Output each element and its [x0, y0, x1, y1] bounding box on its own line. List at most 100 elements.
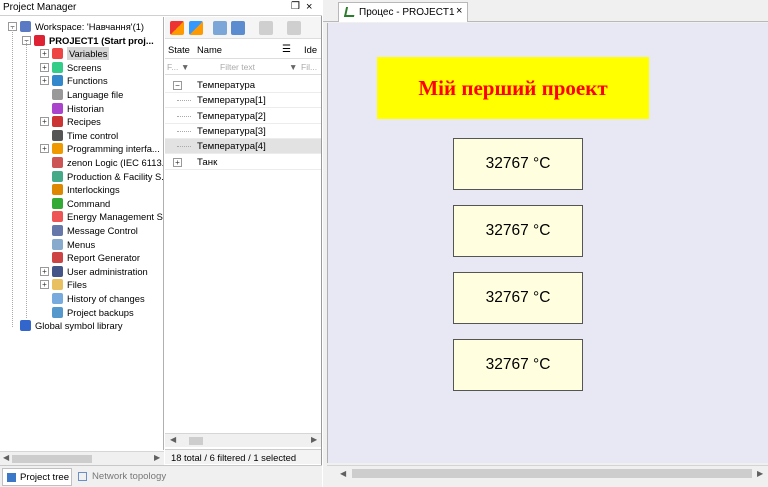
scroll-left-icon[interactable]: ◀	[170, 435, 176, 444]
tree-item[interactable]: Menus	[0, 238, 163, 251]
pin-icon[interactable]: ❒	[291, 1, 300, 12]
close-icon[interactable]: ×	[306, 1, 312, 13]
variable-row[interactable]: Температура[3]	[165, 124, 321, 139]
tree-item[interactable]: Time control	[0, 129, 163, 142]
properties-icon[interactable]	[231, 21, 245, 35]
bottom-tab-bar: Project tree Network topology	[0, 465, 322, 487]
expand-icon[interactable]: +	[40, 49, 49, 59]
tree-item[interactable]: − Workspace: 'Навчання'(1)	[0, 20, 163, 33]
column-name[interactable]: Name	[197, 44, 222, 55]
tree-item[interactable]: Language file	[0, 88, 163, 101]
tab-network-topology[interactable]: Network topology	[76, 468, 176, 486]
workspace-icon	[20, 21, 31, 32]
tree-item-label: History of changes	[67, 293, 145, 304]
production-icon	[52, 170, 63, 182]
tree-item[interactable]: Command	[0, 197, 163, 210]
tree-item-label: Time control	[67, 129, 119, 141]
collapse-icon[interactable]: −	[173, 81, 182, 90]
tree-item[interactable]: + Screens	[0, 61, 163, 74]
tree-item[interactable]: Production & Facility S...	[0, 170, 164, 183]
tree-item-label: Files	[67, 279, 87, 291]
scroll-right-icon[interactable]: ▶	[311, 435, 317, 444]
variable-row[interactable]: Температура[2]	[165, 109, 321, 124]
tree-item[interactable]: zenon Logic (IEC 6113...	[0, 156, 163, 169]
network-icon	[78, 472, 87, 481]
tree-item[interactable]: Energy Management S...	[0, 210, 163, 223]
temperature-display-3[interactable]: 32767 °C	[453, 272, 583, 324]
filter-icon[interactable]	[259, 21, 273, 35]
tree-item[interactable]: History of changes	[0, 292, 163, 305]
tree-item[interactable]: + Variables	[0, 47, 163, 61]
expand-icon[interactable]: +	[40, 117, 49, 127]
screen-canvas[interactable]: Мій перший проект 32767 °C 32767 °C 3276…	[327, 23, 768, 463]
expand-icon[interactable]: +	[40, 144, 49, 154]
tree-item-label: Production & Facility S...	[67, 170, 164, 182]
editor-horizontal-scrollbar[interactable]: ◀ ▶	[327, 465, 768, 481]
tree-item-label: Report Generator	[67, 252, 140, 264]
state-filter[interactable]: F...	[167, 62, 178, 72]
project-manager-titlebar: Project Manager ❒ ×	[0, 0, 322, 16]
scroll-thumb[interactable]	[189, 437, 203, 445]
scroll-left-icon[interactable]: ◀	[3, 453, 9, 462]
column-identification[interactable]: Ide	[304, 44, 317, 55]
expand-icon[interactable]: +	[40, 76, 49, 86]
tree-connector	[177, 100, 191, 102]
variable-name: Температура[3]	[197, 125, 266, 137]
project-title-banner[interactable]: Мій перший проект	[377, 57, 649, 119]
variable-row[interactable]: Температура[4]	[165, 139, 321, 155]
scroll-right-icon[interactable]: ▶	[154, 453, 160, 462]
variable-row[interactable]: + Танк	[165, 155, 321, 170]
import-icon[interactable]	[213, 21, 227, 35]
tree-item[interactable]: Historian	[0, 102, 163, 115]
temperature-display-4[interactable]: 32767 °C	[453, 339, 583, 391]
tab-project-tree[interactable]: Project tree	[2, 468, 72, 486]
variable-row[interactable]: − Температура	[165, 78, 321, 93]
variables-horizontal-scrollbar[interactable]: ◀ ▶	[165, 433, 321, 447]
expand-icon[interactable]: +	[40, 280, 49, 290]
screens-icon	[52, 61, 63, 73]
binoculars-icon[interactable]: ☰	[282, 44, 291, 55]
close-tab-icon[interactable]: ×	[456, 5, 462, 17]
scroll-thumb[interactable]	[12, 455, 92, 463]
tree-item[interactable]: + User administration	[0, 265, 163, 278]
tree-item[interactable]: Message Control	[0, 224, 163, 237]
new-variable-icon[interactable]	[170, 21, 184, 35]
variable-row[interactable]: Температура[1]	[165, 93, 321, 109]
variables-status-bar: 18 total / 6 filtered / 1 selected	[165, 449, 321, 464]
tree-item[interactable]: Interlockings	[0, 183, 163, 196]
tree-item[interactable]: + Recipes	[0, 115, 163, 128]
tree-item[interactable]: Global symbol library	[0, 319, 163, 332]
new-structure-icon[interactable]	[189, 21, 203, 35]
scroll-right-icon[interactable]: ▶	[757, 469, 763, 478]
variables-list-panel: State Name ☰ Ide F... ▼ Filter text ▼ Fi…	[165, 17, 321, 464]
tree-item[interactable]: + Functions	[0, 74, 163, 87]
copy-icon[interactable]	[287, 21, 301, 35]
tree-item-label: Screens	[67, 61, 102, 73]
editor-scroll-thumb[interactable]	[352, 469, 752, 478]
tree-item[interactable]: + Programming interfa...	[0, 142, 163, 155]
tree-item[interactable]: Report Generator	[0, 251, 163, 264]
name-filter-icon[interactable]: ▼	[289, 62, 297, 72]
folder-icon	[52, 279, 63, 291]
ident-filter[interactable]: Fil...	[301, 62, 317, 72]
lock-icon	[52, 184, 63, 196]
tab-process-screen[interactable]: Процес - PROJECT1 ×	[338, 2, 468, 22]
tree-item[interactable]: + Files	[0, 278, 163, 291]
tree-item[interactable]: Project backups	[0, 306, 163, 319]
clock-icon	[52, 129, 63, 141]
tree-item[interactable]: − PROJECT1 (Start proj...	[0, 34, 163, 47]
tree-item-label: Workspace: 'Навчання'(1)	[35, 21, 145, 32]
scroll-left-icon[interactable]: ◀	[340, 469, 346, 478]
temperature-display-2[interactable]: 32767 °C	[453, 205, 583, 257]
temperature-display-1[interactable]: 32767 °C	[453, 138, 583, 190]
tree-horizontal-scrollbar[interactable]: ◀ ▶	[0, 451, 164, 465]
tree-item-label: Menus	[67, 238, 96, 250]
expand-icon[interactable]: +	[40, 62, 49, 72]
state-filter-icon[interactable]: ▼	[181, 62, 189, 72]
column-state[interactable]: State	[168, 44, 190, 55]
expand-icon[interactable]: +	[40, 266, 49, 276]
name-filter-input[interactable]: Filter text	[220, 62, 255, 72]
variables-toolbar	[165, 17, 321, 39]
editor-tab-bar: Процес - PROJECT1 ×	[323, 0, 768, 22]
expand-icon[interactable]: +	[173, 157, 182, 167]
